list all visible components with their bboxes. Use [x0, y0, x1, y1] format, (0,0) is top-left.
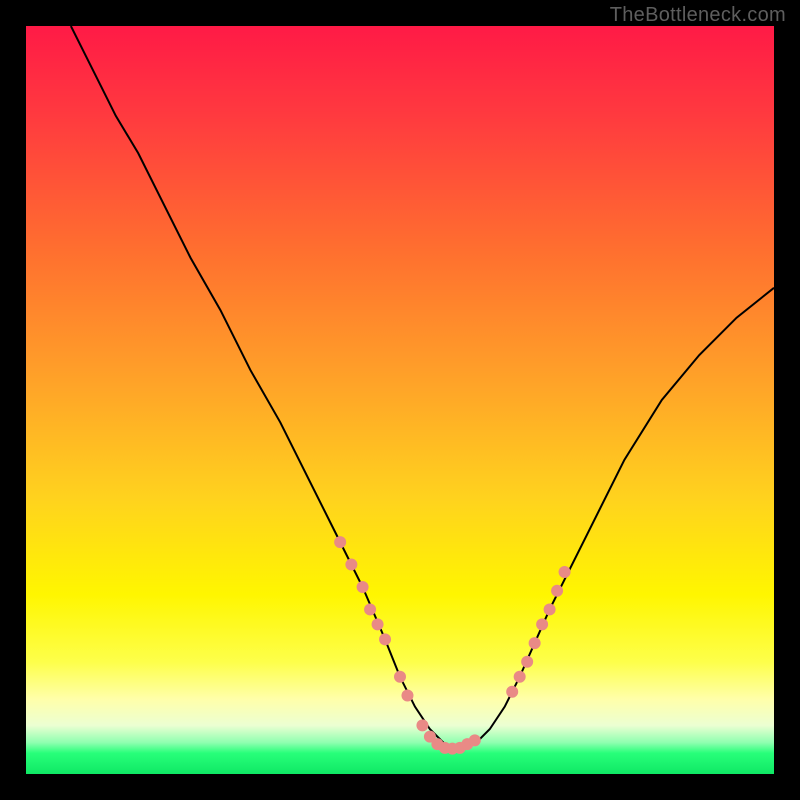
watermark-label: TheBottleneck.com	[610, 4, 786, 27]
data-marker	[357, 581, 369, 593]
data-marker	[529, 637, 541, 649]
data-marker	[364, 603, 376, 615]
data-marker	[521, 656, 533, 668]
data-marker	[536, 618, 548, 630]
data-marker	[372, 618, 384, 630]
data-marker	[544, 603, 556, 615]
data-marker	[514, 671, 526, 683]
data-marker	[394, 671, 406, 683]
data-marker	[469, 734, 481, 746]
data-marker	[559, 566, 571, 578]
data-marker	[345, 559, 357, 571]
data-marker	[551, 585, 563, 597]
data-marker	[401, 689, 413, 701]
data-marker	[416, 719, 428, 731]
data-marker	[379, 633, 391, 645]
data-marker	[334, 536, 346, 548]
chart-plot-area	[26, 26, 774, 774]
chart-svg	[26, 26, 774, 774]
data-marker	[506, 686, 518, 698]
